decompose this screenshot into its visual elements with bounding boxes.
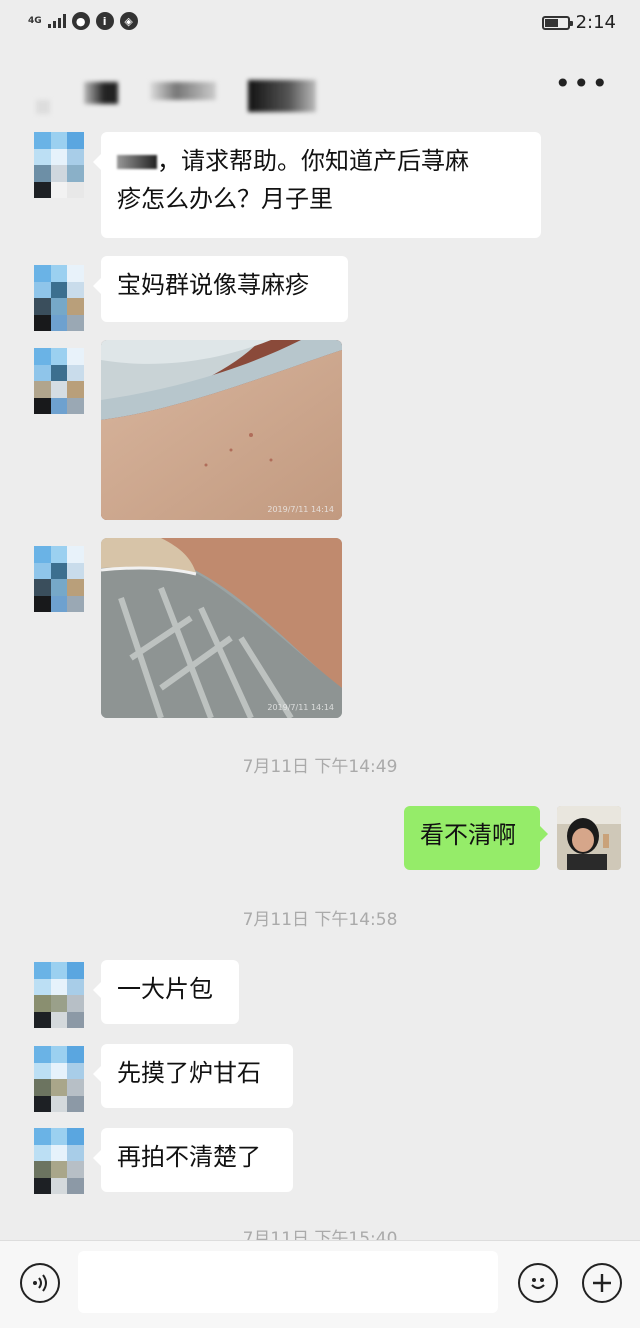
more-options-button[interactable]: •••: [554, 70, 610, 98]
contact-avatar[interactable]: [34, 1128, 84, 1194]
chat-title-redacted-4: [36, 100, 50, 114]
status-left: 4G ● i ◈: [28, 12, 138, 30]
message-bubble[interactable]: 宝妈群说像荨麻疹: [93, 256, 348, 322]
message-text: 先摸了炉甘石: [117, 1059, 261, 1087]
message-bubble[interactable]: 一大片包: [93, 960, 239, 1024]
chat-title-redacted-2: [150, 82, 216, 100]
app-notification-icon: ◈: [119, 12, 138, 30]
skin-photo: [101, 538, 342, 718]
message-bubble-outgoing[interactable]: 看不清啊: [404, 806, 548, 870]
battery-icon: [541, 15, 573, 30]
message-text: 再拍不清楚了: [117, 1143, 261, 1171]
message-bubble[interactable]: 再拍不清楚了: [93, 1128, 293, 1192]
emoji-button[interactable]: [518, 1263, 558, 1303]
signal-icon: [47, 14, 66, 28]
photo-timestamp: 2019/7/11 14:14: [267, 703, 334, 712]
message-text: ，请求帮助。你知道产后荨麻: [157, 147, 469, 175]
time-divider: 7月11日 下午14:49: [242, 757, 398, 777]
voice-icon: [33, 1274, 47, 1292]
clock: 2:14: [575, 12, 616, 33]
chat-title-redacted: [84, 82, 118, 104]
skin-photo: [101, 340, 342, 520]
contact-avatar[interactable]: [34, 132, 84, 198]
contact-avatar[interactable]: [34, 265, 84, 331]
user-photo: [557, 806, 621, 870]
emoji-icon: [531, 1278, 545, 1290]
chat-title-redacted-3: [248, 80, 316, 112]
contact-avatar[interactable]: [34, 546, 84, 612]
message-bubble[interactable]: ，请求帮助。你知道产后荨麻 疹怎么办么？月子里: [93, 132, 541, 238]
image-message[interactable]: 2019/7/11 14:14: [101, 340, 342, 520]
more-functions-button[interactable]: [582, 1263, 622, 1303]
message-text: 看不清啊: [420, 821, 516, 849]
message-input[interactable]: [78, 1251, 498, 1313]
message-notification-icon: ●: [71, 12, 90, 30]
status-bar: 4G ● i ◈ 2:14: [0, 0, 640, 50]
message-bubble[interactable]: 先摸了炉甘石: [93, 1044, 293, 1108]
redacted-name: [117, 155, 157, 169]
info-icon: i: [95, 12, 114, 30]
plus-icon: [593, 1274, 611, 1292]
chat-input-bar: [0, 1240, 640, 1328]
message-text: 宝妈群说像荨麻疹: [117, 271, 309, 299]
photo-timestamp: 2019/7/11 14:14: [267, 505, 334, 514]
my-avatar[interactable]: [557, 806, 621, 870]
message-text: 一大片包: [117, 975, 213, 1003]
time-divider: 7月11日 下午14:58: [242, 910, 398, 930]
network-label: 4G: [28, 16, 42, 26]
contact-avatar[interactable]: [34, 962, 84, 1028]
status-right: 2:14: [541, 12, 616, 33]
voice-input-button[interactable]: [20, 1263, 60, 1303]
chat-title-bar: [0, 60, 640, 124]
contact-avatar[interactable]: [34, 1046, 84, 1112]
contact-avatar[interactable]: [34, 348, 84, 414]
image-message[interactable]: 2019/7/11 14:14: [101, 538, 342, 718]
message-text: 疹怎么办么？月子里: [117, 185, 333, 213]
